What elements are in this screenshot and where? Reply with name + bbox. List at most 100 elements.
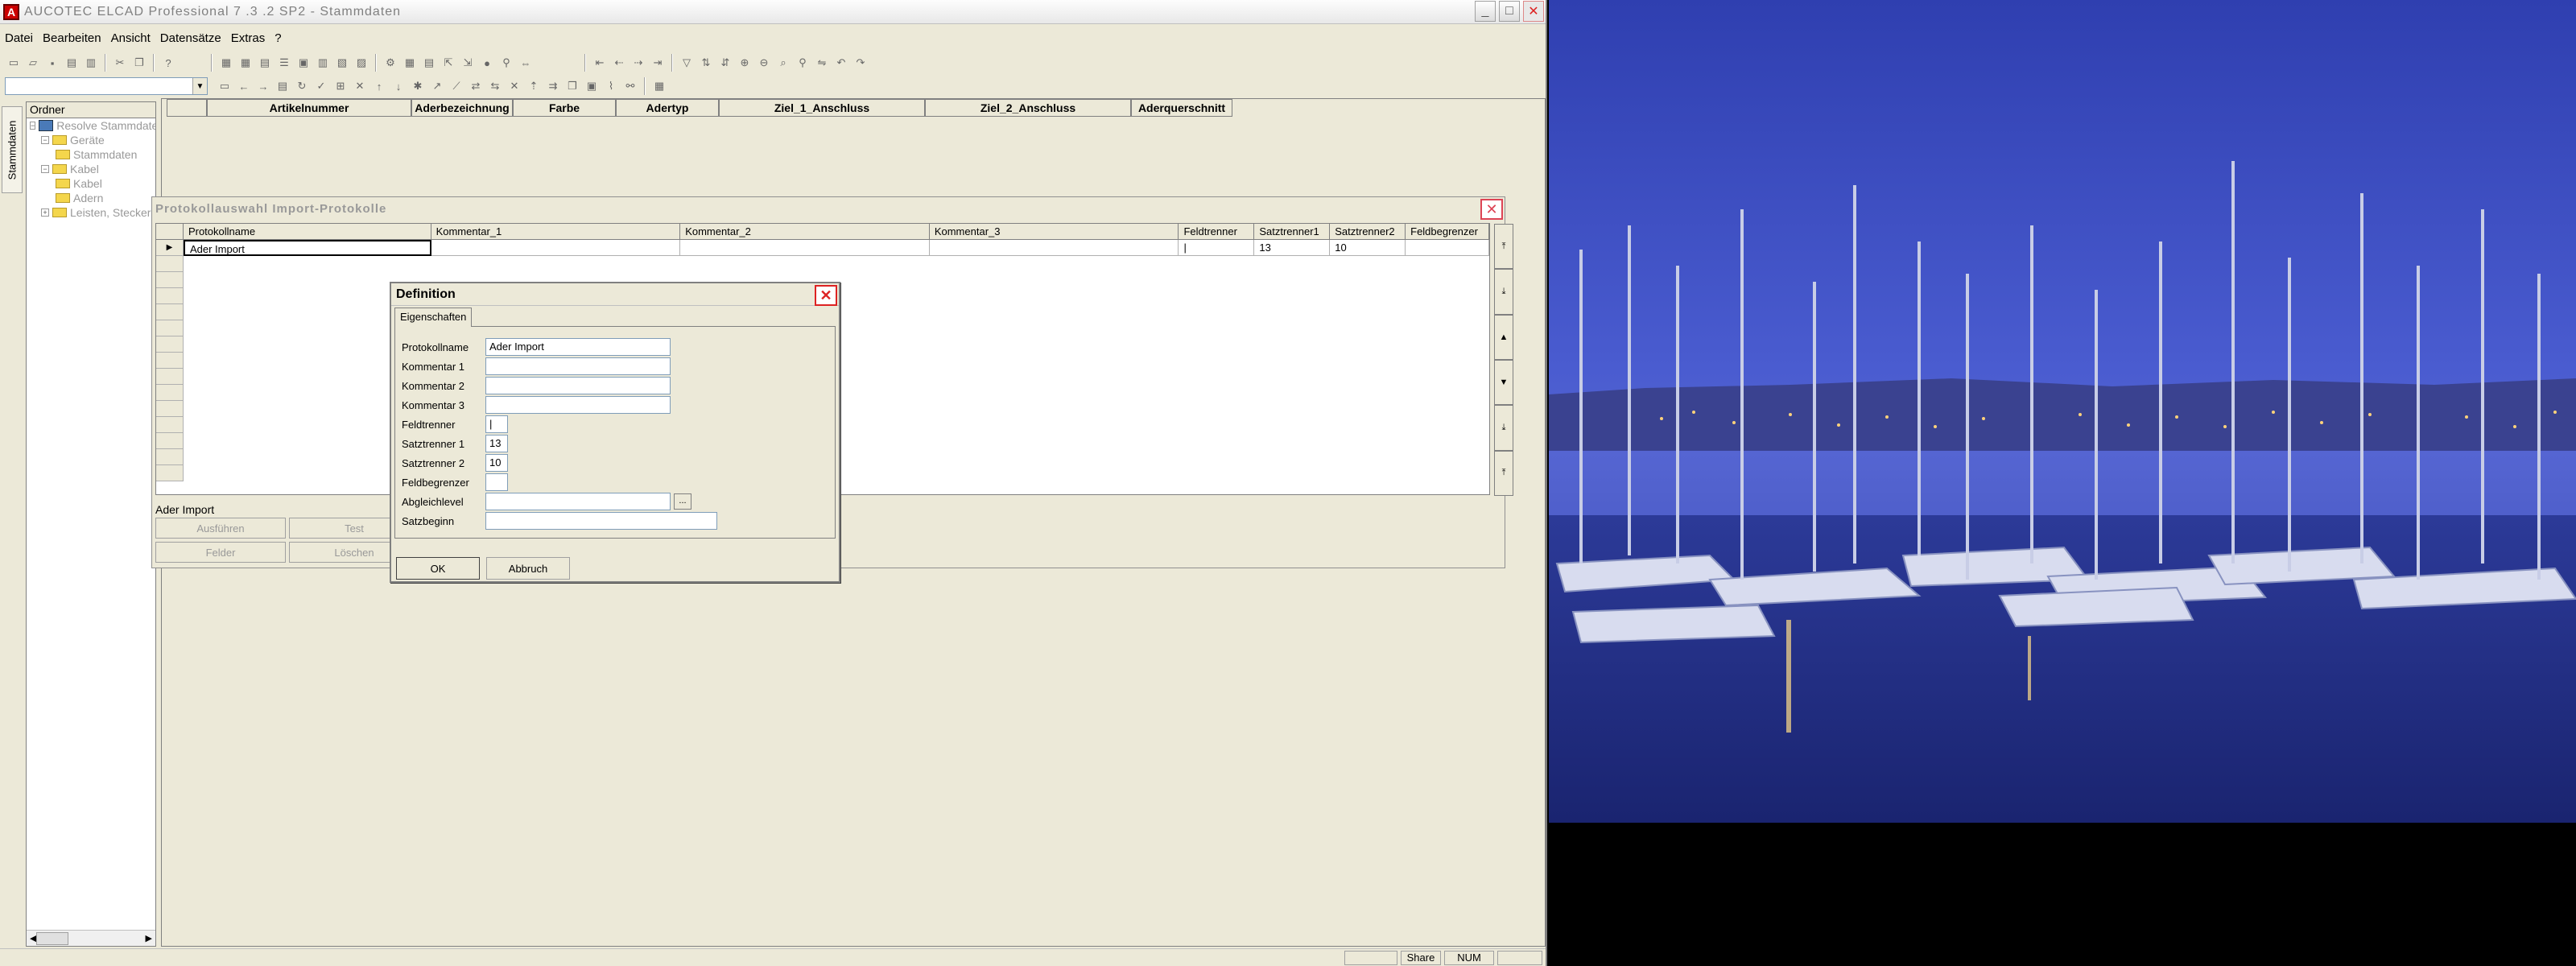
form-icon[interactable]: ▣: [295, 54, 312, 72]
filter-icon[interactable]: ▨: [353, 54, 370, 72]
column-artikelnummer[interactable]: Artikelnummer: [207, 99, 411, 117]
tree-item[interactable]: + Leisten, Stecker: [27, 205, 155, 220]
menu-bearbeiten[interactable]: Bearbeiten: [38, 31, 106, 45]
cancel-button[interactable]: Abbruch: [486, 557, 570, 580]
chevron-down-icon[interactable]: ▼: [192, 78, 207, 94]
tree-item[interactable]: Kabel: [27, 176, 155, 191]
column-ziel-2-anschluss[interactable]: Ziel_2_Anschluss: [925, 99, 1131, 117]
redo-icon[interactable]: ↷: [852, 54, 869, 72]
feldbegrenzer-field[interactable]: [485, 473, 508, 491]
save-icon[interactable]: ▪: [43, 54, 61, 72]
duplicate-icon[interactable]: ❐: [564, 77, 581, 95]
export-icon[interactable]: ⇱: [440, 54, 457, 72]
cell-feldbegrenzer[interactable]: [1406, 240, 1489, 256]
first-record-icon[interactable]: ⇤: [591, 54, 609, 72]
move-up-icon[interactable]: ↑: [370, 77, 388, 95]
preview-icon[interactable]: ▥: [82, 54, 100, 72]
insert-icon[interactable]: ⊞: [332, 77, 349, 95]
cell-kommentar-2[interactable]: [680, 240, 930, 256]
link-icon[interactable]: ⇔: [517, 54, 535, 72]
column-protokollname[interactable]: Protokollname: [183, 224, 431, 240]
merge-icon[interactable]: ⇉: [544, 77, 562, 95]
cut-icon[interactable]: ✂: [111, 54, 129, 72]
column-kommentar-2[interactable]: Kommentar_2: [680, 224, 930, 240]
page-down-icon[interactable]: ⤓: [1494, 405, 1513, 451]
ok-button[interactable]: OK: [396, 557, 480, 580]
calc-icon[interactable]: ▦: [401, 54, 419, 72]
close-button[interactable]: ✕: [1523, 1, 1544, 22]
back-arrow-icon[interactable]: ←: [235, 77, 253, 95]
tree-item[interactable]: Stammdaten: [27, 147, 155, 162]
cell-satztrenner2[interactable]: 10: [1330, 240, 1406, 256]
db-icon[interactable]: ▤: [420, 54, 438, 72]
sort-asc-icon[interactable]: ⇅: [697, 54, 715, 72]
column-farbe[interactable]: Farbe: [513, 99, 616, 117]
column-ziel-1-anschluss[interactable]: Ziel_1_Anschluss: [719, 99, 925, 117]
layout-icon[interactable]: ▦: [650, 77, 668, 95]
split-icon[interactable]: ⇆: [486, 77, 504, 95]
satzbeginn-field[interactable]: [485, 512, 717, 530]
tree-horizontal-scrollbar[interactable]: ◀ ▶: [27, 930, 155, 946]
scroll-right-icon[interactable]: ▶: [146, 933, 152, 943]
close-icon[interactable]: ✕: [1480, 199, 1503, 220]
first-icon[interactable]: ⤒: [1494, 224, 1513, 270]
doc-icon[interactable]: ▭: [216, 77, 233, 95]
collapse-icon[interactable]: −: [41, 165, 49, 173]
find-icon[interactable]: ⚲: [794, 54, 811, 72]
zoom-out-icon[interactable]: ⊖: [755, 54, 773, 72]
binoculars-icon[interactable]: ⚯: [621, 77, 639, 95]
cell-kommentar-1[interactable]: [431, 240, 681, 256]
kommentar-3-field[interactable]: [485, 396, 671, 414]
menu-extras[interactable]: Extras: [226, 31, 270, 45]
star-icon[interactable]: ✱: [409, 77, 427, 95]
arrow-icon[interactable]: ↗: [428, 77, 446, 95]
cell-satztrenner1[interactable]: 13: [1254, 240, 1331, 256]
feldtrenner-field[interactable]: |: [485, 415, 508, 433]
help-icon[interactable]: ?: [159, 54, 177, 72]
satztrenner-1-field[interactable]: 13: [485, 435, 508, 452]
kommentar-2-field[interactable]: [485, 377, 671, 394]
fields-button[interactable]: Felder: [155, 542, 286, 563]
close-icon[interactable]: ✕: [815, 285, 837, 306]
properties-icon[interactable]: ▤: [274, 77, 291, 95]
record-icon[interactable]: ●: [478, 54, 496, 72]
move-down-icon[interactable]: ↓: [390, 77, 407, 95]
forward-arrow-icon[interactable]: →: [254, 77, 272, 95]
view-icon[interactable]: ▦: [217, 54, 235, 72]
menu-ansicht[interactable]: Ansicht: [106, 31, 155, 45]
maximize-button[interactable]: □: [1499, 1, 1520, 22]
new-icon[interactable]: ▭: [5, 54, 23, 72]
menu-help[interactable]: ?: [270, 31, 286, 45]
import-icon[interactable]: ⇲: [459, 54, 477, 72]
tool-icon[interactable]: ⚙: [382, 54, 399, 72]
tab-eigenschaften[interactable]: Eigenschaften: [394, 308, 473, 327]
browse-button[interactable]: ...: [674, 493, 691, 510]
chart-icon[interactable]: ▧: [333, 54, 351, 72]
collapse-icon[interactable]: −: [30, 122, 36, 130]
last-icon[interactable]: ⤒: [1494, 450, 1513, 496]
check-icon[interactable]: ✓: [312, 77, 330, 95]
refresh-icon[interactable]: ↻: [293, 77, 311, 95]
column-satztrenner1[interactable]: Satztrenner1: [1254, 224, 1331, 240]
pin-icon[interactable]: ⚲: [497, 54, 515, 72]
page-up-icon[interactable]: ⤓: [1494, 269, 1513, 315]
filter-funnel-icon[interactable]: ▽: [678, 54, 696, 72]
cell-protokollname[interactable]: Ader Import: [183, 240, 431, 256]
menu-datensaetze[interactable]: Datensätze: [155, 31, 226, 45]
grid-icon[interactable]: ▦: [237, 54, 254, 72]
kommentar-1-field[interactable]: [485, 357, 671, 375]
sort-desc-icon[interactable]: ⇵: [716, 54, 734, 72]
table-row[interactable]: ▶ Ader Import | 13 10: [156, 240, 1489, 256]
record-combo[interactable]: ▼: [5, 77, 208, 95]
cell-feldtrenner[interactable]: |: [1179, 240, 1255, 256]
replace-icon[interactable]: ⇋: [813, 54, 831, 72]
column-aderquerschnitt[interactable]: Aderquerschnitt: [1131, 99, 1232, 117]
table-icon[interactable]: ▤: [256, 54, 274, 72]
tree-item[interactable]: − Geräte: [27, 133, 155, 147]
collapse-icon[interactable]: −: [41, 136, 49, 144]
down-icon[interactable]: ▼: [1494, 359, 1513, 406]
zoom-in-icon[interactable]: ⊕: [736, 54, 753, 72]
menu-datei[interactable]: Datei: [0, 31, 38, 45]
list-icon[interactable]: ☰: [275, 54, 293, 72]
next-record-icon[interactable]: ⇢: [630, 54, 647, 72]
